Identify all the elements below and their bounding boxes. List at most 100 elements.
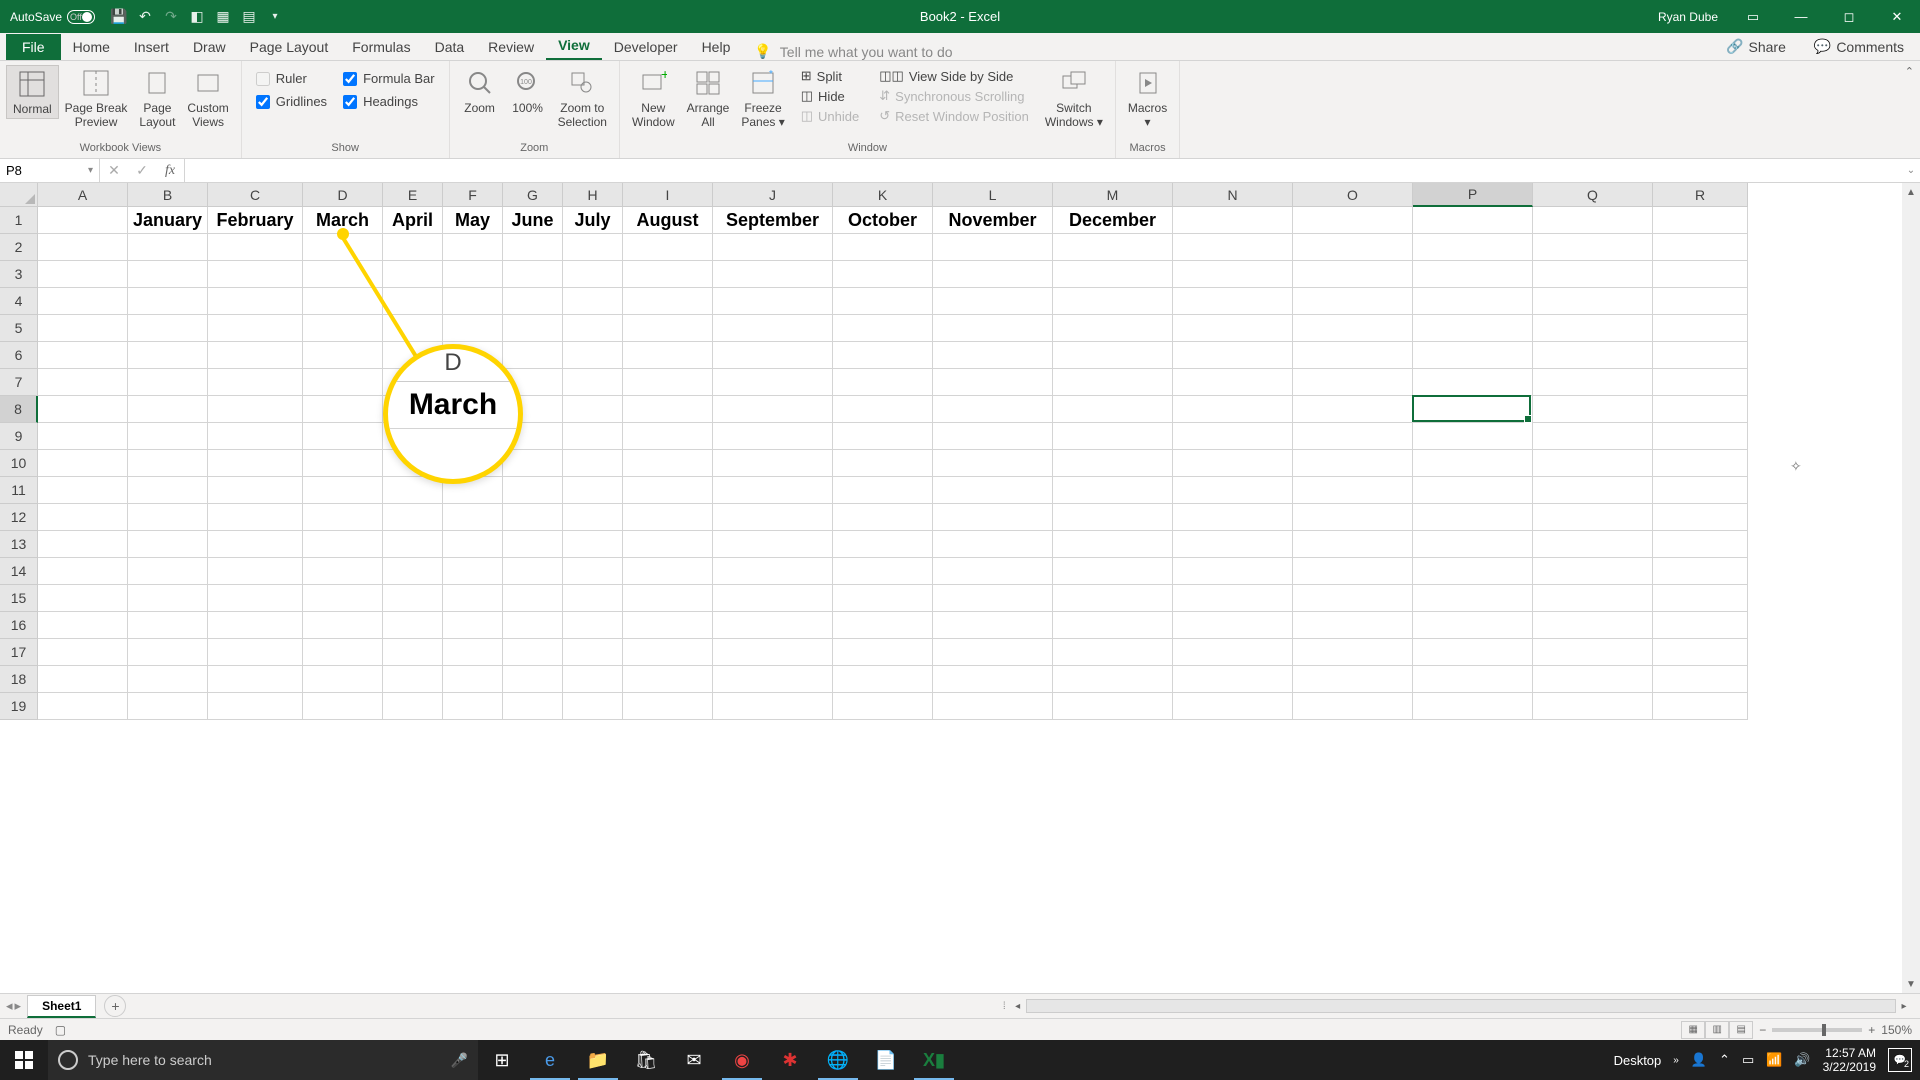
cell-G16[interactable] [503, 612, 563, 639]
new-sheet-button[interactable]: + [104, 995, 126, 1017]
cell-O19[interactable] [1293, 693, 1413, 720]
cell-K10[interactable] [833, 450, 933, 477]
cell-I19[interactable] [623, 693, 713, 720]
column-header-C[interactable]: C [208, 183, 303, 207]
arrange-all-button[interactable]: Arrange All [681, 65, 736, 131]
cell-M5[interactable] [1053, 315, 1173, 342]
tab-data[interactable]: Data [423, 34, 477, 60]
column-header-K[interactable]: K [833, 183, 933, 207]
cell-I13[interactable] [623, 531, 713, 558]
cell-D6[interactable] [303, 342, 383, 369]
macros-button[interactable]: Macros ▾ [1122, 65, 1173, 131]
cell-J15[interactable] [713, 585, 833, 612]
cell-G18[interactable] [503, 666, 563, 693]
cell-P11[interactable] [1413, 477, 1533, 504]
cell-I1[interactable]: August [623, 207, 713, 234]
cell-P8[interactable] [1413, 396, 1533, 423]
row-header-2[interactable]: 2 [0, 234, 38, 261]
cell-B4[interactable] [128, 288, 208, 315]
cell-Q5[interactable] [1533, 315, 1653, 342]
cell-D18[interactable] [303, 666, 383, 693]
cell-G17[interactable] [503, 639, 563, 666]
cell-O2[interactable] [1293, 234, 1413, 261]
scroll-up-icon[interactable]: ▲ [1902, 183, 1920, 201]
qat-icon-2[interactable]: ▦ [215, 9, 231, 25]
cell-E17[interactable] [383, 639, 443, 666]
cell-E14[interactable] [383, 558, 443, 585]
edge-icon[interactable]: e [526, 1040, 574, 1080]
cells-area[interactable]: JanuaryFebruaryMarchAprilMayJuneJulyAugu… [38, 207, 1902, 993]
cell-N8[interactable] [1173, 396, 1293, 423]
cell-D14[interactable] [303, 558, 383, 585]
cell-G3[interactable] [503, 261, 563, 288]
cell-N5[interactable] [1173, 315, 1293, 342]
cell-D17[interactable] [303, 639, 383, 666]
cell-K17[interactable] [833, 639, 933, 666]
sheet-tab-sheet1[interactable]: Sheet1 [27, 995, 96, 1018]
cell-R8[interactable] [1653, 396, 1748, 423]
redo-icon[interactable]: ↷ [163, 9, 179, 25]
cell-Q13[interactable] [1533, 531, 1653, 558]
cell-M15[interactable] [1053, 585, 1173, 612]
cell-F1[interactable]: May [443, 207, 503, 234]
cell-L5[interactable] [933, 315, 1053, 342]
cell-I3[interactable] [623, 261, 713, 288]
cell-L14[interactable] [933, 558, 1053, 585]
cell-L8[interactable] [933, 396, 1053, 423]
cell-N7[interactable] [1173, 369, 1293, 396]
cell-G19[interactable] [503, 693, 563, 720]
cell-R10[interactable] [1653, 450, 1748, 477]
cell-H1[interactable]: July [563, 207, 623, 234]
cell-Q12[interactable] [1533, 504, 1653, 531]
cell-I18[interactable] [623, 666, 713, 693]
expand-formula-bar-icon[interactable]: ⌄ [1902, 159, 1920, 182]
row-header-17[interactable]: 17 [0, 639, 38, 666]
cell-D11[interactable] [303, 477, 383, 504]
cell-A4[interactable] [38, 288, 128, 315]
cell-G6[interactable] [503, 342, 563, 369]
column-header-H[interactable]: H [563, 183, 623, 207]
cell-J17[interactable] [713, 639, 833, 666]
cell-K12[interactable] [833, 504, 933, 531]
cell-F18[interactable] [443, 666, 503, 693]
column-header-M[interactable]: M [1053, 183, 1173, 207]
cell-H15[interactable] [563, 585, 623, 612]
cell-C3[interactable] [208, 261, 303, 288]
cell-O8[interactable] [1293, 396, 1413, 423]
tab-formulas[interactable]: Formulas [340, 34, 422, 60]
cell-B11[interactable] [128, 477, 208, 504]
cell-G10[interactable] [503, 450, 563, 477]
cell-Q7[interactable] [1533, 369, 1653, 396]
cell-D16[interactable] [303, 612, 383, 639]
cell-H16[interactable] [563, 612, 623, 639]
cell-E3[interactable] [383, 261, 443, 288]
cell-R17[interactable] [1653, 639, 1748, 666]
cell-I2[interactable] [623, 234, 713, 261]
view-side-by-side-button[interactable]: ◫◫View Side by Side [875, 67, 1033, 85]
minimize-icon[interactable]: — [1778, 0, 1824, 33]
cell-B3[interactable] [128, 261, 208, 288]
cell-C2[interactable] [208, 234, 303, 261]
cell-R3[interactable] [1653, 261, 1748, 288]
row-header-11[interactable]: 11 [0, 477, 38, 504]
cell-H14[interactable] [563, 558, 623, 585]
cell-O4[interactable] [1293, 288, 1413, 315]
cell-L19[interactable] [933, 693, 1053, 720]
cell-F14[interactable] [443, 558, 503, 585]
cell-L9[interactable] [933, 423, 1053, 450]
cell-B18[interactable] [128, 666, 208, 693]
cell-O3[interactable] [1293, 261, 1413, 288]
notepad-icon[interactable]: 📄 [862, 1040, 910, 1080]
cell-I10[interactable] [623, 450, 713, 477]
cell-M13[interactable] [1053, 531, 1173, 558]
cell-Q16[interactable] [1533, 612, 1653, 639]
cell-C6[interactable] [208, 342, 303, 369]
cell-E4[interactable] [383, 288, 443, 315]
comments-button[interactable]: 💬 Comments [1806, 34, 1912, 59]
cell-G1[interactable]: June [503, 207, 563, 234]
column-header-J[interactable]: J [713, 183, 833, 207]
formula-bar-checkbox[interactable]: Formula Bar [343, 71, 435, 86]
cell-M7[interactable] [1053, 369, 1173, 396]
cell-K2[interactable] [833, 234, 933, 261]
cell-H5[interactable] [563, 315, 623, 342]
